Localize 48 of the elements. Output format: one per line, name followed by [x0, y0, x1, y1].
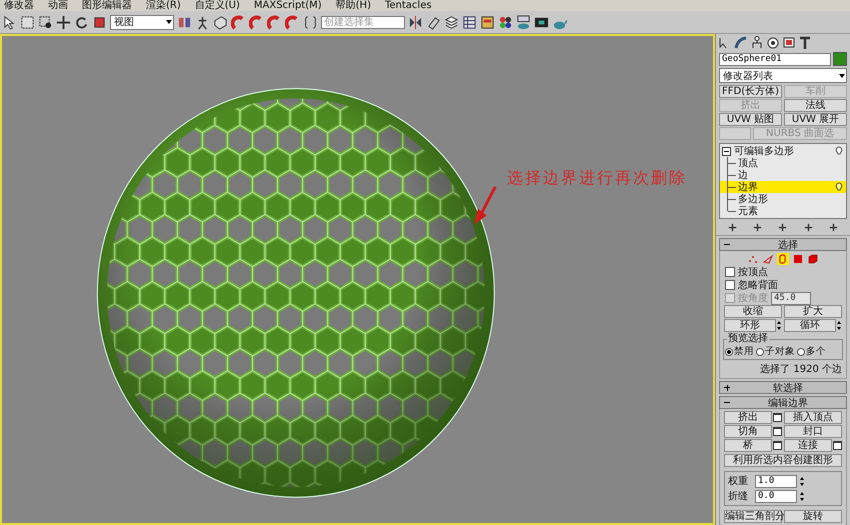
- spinner-label: 折缝: [728, 490, 749, 503]
- group-title: 预览选择: [727, 334, 769, 344]
- modifier-button[interactable]: 法线: [784, 99, 847, 112]
- edit-border-button[interactable]: 连接: [784, 439, 832, 452]
- edit-border-button[interactable]: 旋转: [784, 510, 842, 523]
- rollout-header[interactable]: 软选择: [719, 381, 847, 394]
- checkbox-label: 按顶点: [738, 266, 768, 279]
- stack-subitem[interactable]: 元素: [720, 205, 846, 217]
- stack-subitem[interactable]: 顶点: [720, 157, 846, 169]
- stack-subitem[interactable]: 多边形: [720, 193, 846, 205]
- stack-subitem[interactable]: 边界: [720, 181, 846, 193]
- selection-button[interactable]: 扩大: [784, 305, 842, 318]
- menu-item[interactable]: MAXScript(M): [254, 0, 322, 11]
- selection-button[interactable]: 环形: [724, 319, 776, 332]
- checkbox-label: 按角度: [738, 292, 768, 305]
- annotation-text: 选择边界进行再次删除: [507, 168, 687, 189]
- menu-item[interactable]: 动画: [48, 0, 68, 11]
- selection-status-text: 选择了 1920 个边: [759, 362, 843, 376]
- checkbox-label: 忽略背面: [738, 278, 778, 292]
- menu-item[interactable]: Tentacles: [384, 0, 432, 11]
- modifier-list-dropdown[interactable]: 修改器列表: [719, 68, 847, 83]
- edit-border-button[interactable]: 编辑三角剖分: [724, 510, 782, 523]
- radio-option[interactable]: 多个: [797, 345, 826, 358]
- edit-border-button[interactable]: 桥: [724, 439, 772, 452]
- create-shape-button[interactable]: 利用所选内容创建图形: [724, 454, 842, 467]
- view-dropdown[interactable]: 视图: [110, 14, 174, 30]
- menu-item[interactable]: 帮助(H): [336, 0, 371, 11]
- menu-item[interactable]: 图形编辑器: [82, 0, 132, 11]
- edit-border-button[interactable]: 封口: [784, 425, 842, 438]
- rollout-header[interactable]: 编辑边界: [719, 396, 847, 409]
- radio-option[interactable]: 子对象: [756, 345, 795, 358]
- selection-button[interactable]: 收缩: [724, 305, 782, 318]
- rollout-header[interactable]: 选择: [719, 238, 847, 251]
- stack-item[interactable]: 可编辑多边形: [734, 144, 835, 158]
- selection-set-field[interactable]: 创建选择集: [321, 16, 405, 28]
- menu-item[interactable]: 修改器: [4, 0, 34, 11]
- spinner-field[interactable]: 0.0: [755, 490, 797, 502]
- modifier-button[interactable]: UVW 贴图: [719, 113, 782, 126]
- spinner-field[interactable]: 1.0: [755, 474, 797, 488]
- object-name-field[interactable]: GeoSphere01: [719, 52, 831, 66]
- edit-border-button[interactable]: 插入顶点: [784, 411, 842, 424]
- modifier-button[interactable]: FFD(长方体): [719, 85, 782, 98]
- selection-button[interactable]: 循环: [784, 319, 836, 332]
- edit-border-button[interactable]: 挤出: [724, 411, 772, 424]
- spinner-label: 权重: [728, 474, 749, 488]
- modifier-button[interactable]: UVW 展开: [784, 113, 847, 126]
- edit-border-button[interactable]: 切角: [724, 425, 772, 438]
- radio-option[interactable]: 禁用: [725, 345, 754, 358]
